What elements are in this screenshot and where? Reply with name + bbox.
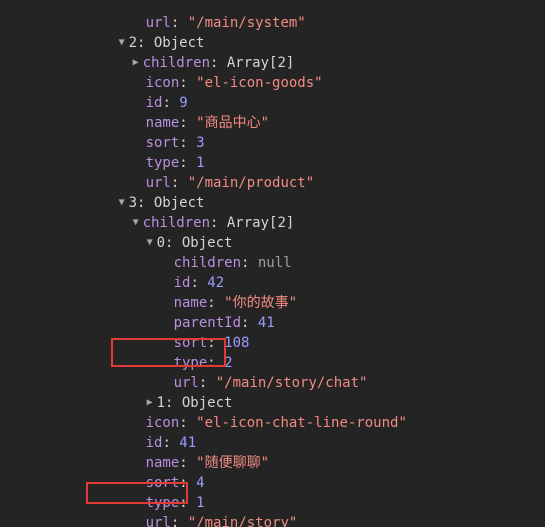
tree-row[interactable]: type: 1 [0,473,407,511]
tree-row[interactable]: name: "随便聊聊" [0,433,407,471]
tree-row[interactable]: sort: 108 [0,313,407,351]
tree-row[interactable]: id: 9 [0,73,407,111]
tree-row[interactable]: sort: 3 [0,113,407,151]
tree-row[interactable]: ▼ 3: Object [0,173,407,211]
tree-row[interactable]: name: "你的故事" [0,273,407,311]
tree-row[interactable]: ▶ children: Array[2] [0,33,407,71]
property-key: url [145,515,171,527]
tree-row[interactable]: url: "/main/system" [0,0,407,31]
devtools-object-inspector: url: "/main/system" ▼ 2: Object ▶ children… [0,0,545,527]
tree-row[interactable]: parentId: 41 [0,293,407,331]
tree-row[interactable]: url: "/main/product" [0,153,407,191]
tree-row[interactable]: type: 1 [0,133,407,171]
tree-row[interactable]: type: 2 [0,333,407,371]
tree-row[interactable]: icon: "el-icon-goods" [0,53,407,91]
tree-row[interactable]: id: 42 [0,253,407,291]
tree-row[interactable]: sort: 4 [0,453,407,491]
tree-row[interactable]: url: "/main/story" [0,493,407,527]
tree-row[interactable]: ▶ 1: Object [0,373,407,411]
tree-row[interactable]: url: "/main/story/chat" [0,353,407,391]
object-tree: url: "/main/system" ▼ 2: Object ▶ children… [0,0,407,527]
tree-row[interactable]: ▼ 2: Object [0,13,407,51]
property-value: "/main/story" [187,515,298,527]
tree-row[interactable]: children: null [0,233,407,271]
tree-row[interactable]: id: 41 [0,413,407,451]
tree-row[interactable]: icon: "el-icon-chat-line-round" [0,393,407,431]
tree-row[interactable]: name: "商品中心" [0,93,407,131]
tree-row[interactable]: ▼ 0: Object [0,213,407,251]
tree-row[interactable]: ▼ children: Array[2] [0,193,407,231]
